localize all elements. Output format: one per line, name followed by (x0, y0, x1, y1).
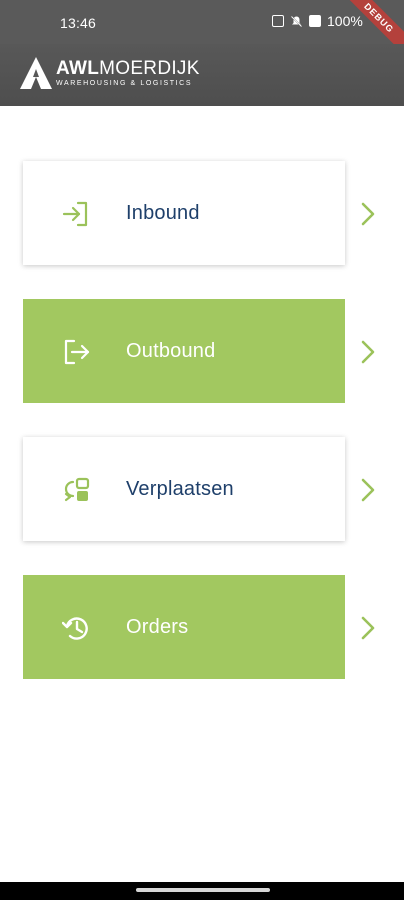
chevron-right-icon[interactable] (357, 616, 379, 640)
chevron-right-icon[interactable] (357, 340, 379, 364)
home-gesture-handle[interactable] (136, 888, 270, 892)
logo-awl: AWL (56, 58, 100, 79)
main-content: Inbound Outbound Verplaatsen Orders (0, 106, 404, 882)
status-bar: 13:46 100% (0, 0, 404, 44)
menu-label-orders: Orders (126, 616, 189, 638)
status-time: 13:46 (60, 15, 97, 31)
logo-tagline: WAREHOUSING & LOGISTICS (56, 80, 193, 87)
battery-level: 100% (327, 13, 363, 29)
chevron-right-icon[interactable] (357, 478, 379, 502)
company-logo: AWL MOERDIJK WAREHOUSING & LOGISTICS (18, 55, 200, 91)
logo-moerdijk: MOERDIJK (99, 58, 200, 79)
menu-label-inbound: Inbound (126, 202, 200, 224)
mute-icon (290, 15, 303, 27)
system-navigation-bar (0, 882, 404, 900)
menu-item-orders[interactable]: Orders (23, 575, 345, 679)
menu-item-inbound[interactable]: Inbound (23, 161, 345, 265)
menu-item-verplaatsen[interactable]: Verplaatsen (23, 437, 345, 541)
history-icon (62, 617, 88, 640)
logo-mark-icon (20, 57, 52, 89)
login-icon (62, 201, 88, 227)
status-icons: 100% (272, 13, 363, 29)
logout-icon (64, 339, 90, 365)
chevron-right-icon[interactable] (357, 202, 379, 226)
vibrate-icon (309, 15, 321, 27)
app-header: AWL MOERDIJK WAREHOUSING & LOGISTICS (0, 44, 404, 106)
nfc-icon (272, 15, 284, 27)
menu-label-outbound: Outbound (126, 340, 216, 362)
menu-label-verplaatsen: Verplaatsen (126, 478, 234, 500)
menu-item-outbound[interactable]: Outbound (23, 299, 345, 403)
move-swap-icon (64, 477, 90, 502)
